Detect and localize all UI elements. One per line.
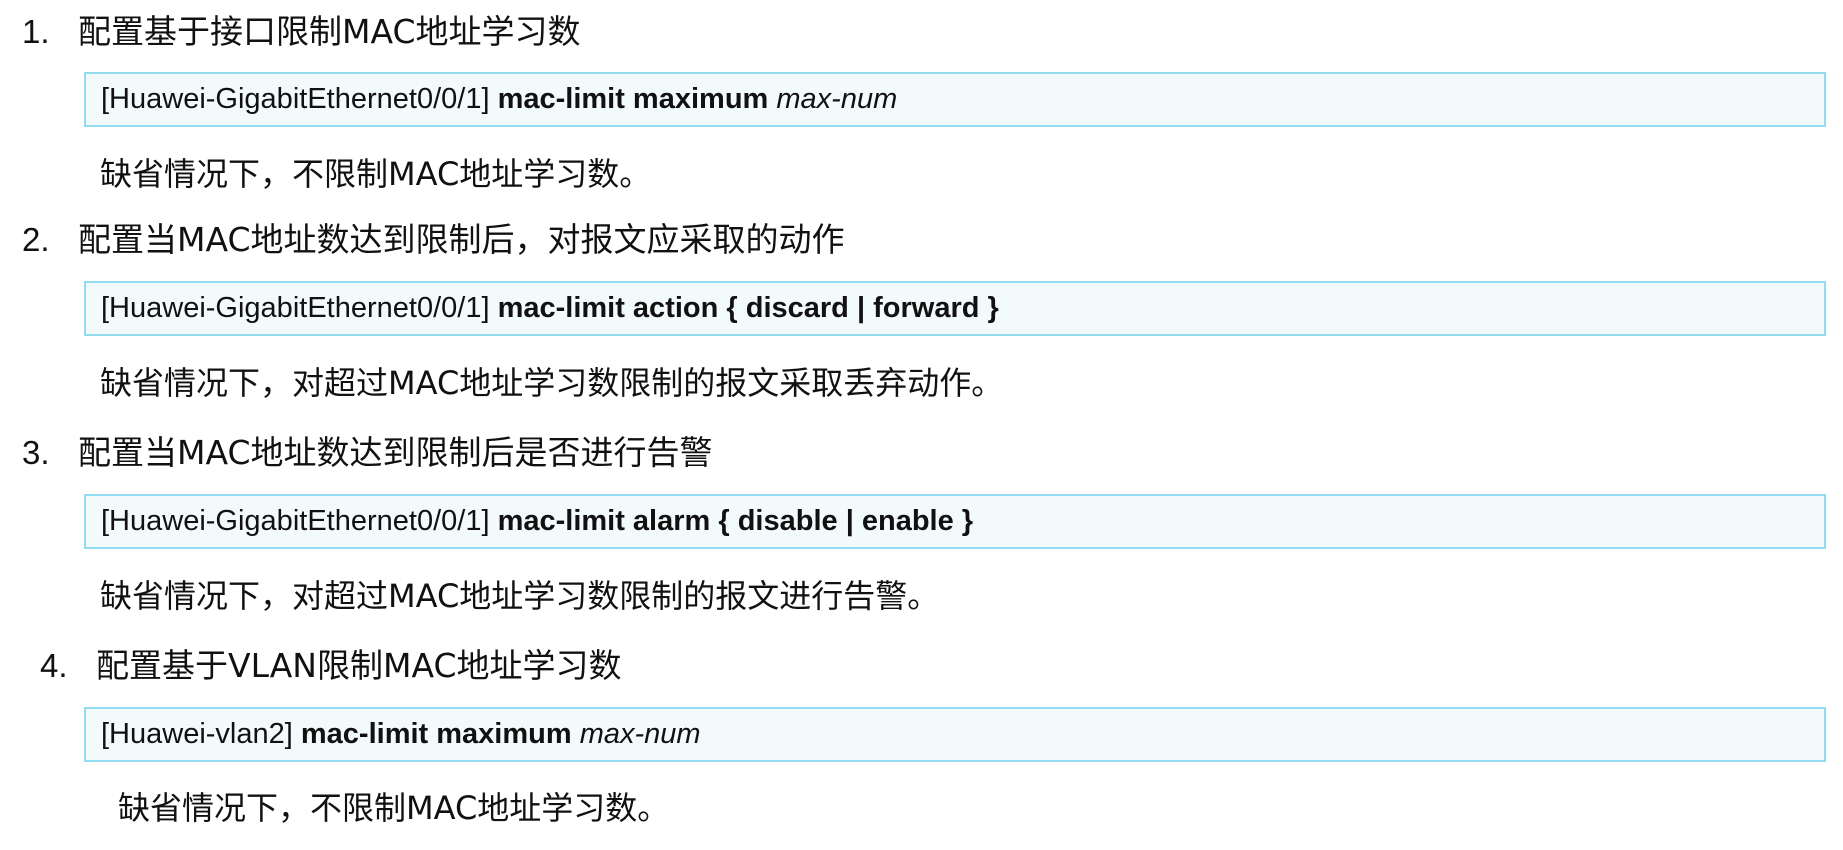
section-1-note: 缺省情况下，不限制MAC地址学习数。: [100, 155, 652, 193]
section-3-command-prompt: [Huawei-GigabitEthernet0/0/1]: [101, 505, 490, 537]
section-3-note: 缺省情况下，对超过MAC地址学习数限制的报文进行告警。: [100, 577, 940, 615]
section-2-title: 配置当MAC地址数达到限制后，对报文应采取的动作: [78, 220, 845, 259]
section-2-heading: 2. 配置当MAC地址数达到限制后，对报文应采取的动作: [22, 218, 845, 262]
section-3-heading: 3. 配置当MAC地址数达到限制后是否进行告警: [22, 431, 713, 475]
section-1-heading: 1. 配置基于接口限制MAC地址学习数: [22, 10, 581, 54]
section-1-command-keywords: mac-limit maximum: [497, 83, 769, 115]
section-1-command-prompt: [Huawei-GigabitEthernet0/0/1]: [101, 83, 490, 115]
section-2-command-keywords: mac-limit action { discard | forward }: [497, 292, 999, 324]
section-4-title: 配置基于VLAN限制MAC地址学习数: [96, 646, 622, 685]
section-4-heading: 4. 配置基于VLAN限制MAC地址学习数: [40, 644, 622, 688]
section-1-command-argument: max-num: [776, 83, 898, 115]
section-1-number: 1.: [22, 13, 50, 50]
section-4-command-keywords: mac-limit maximum: [300, 718, 572, 750]
section-4-note: 缺省情况下，不限制MAC地址学习数。: [118, 789, 670, 827]
section-3-title: 配置当MAC地址数达到限制后是否进行告警: [78, 433, 713, 472]
section-4-command-argument: max-num: [579, 718, 701, 750]
section-1-command-box: [Huawei-GigabitEthernet0/0/1] mac-limit …: [84, 72, 1826, 127]
section-3-number: 3.: [22, 434, 50, 471]
section-4-command-box: [Huawei-vlan2] mac-limit maximum max-num: [84, 707, 1826, 762]
section-4-command-prompt: [Huawei-vlan2]: [101, 718, 293, 750]
section-2-note: 缺省情况下，对超过MAC地址学习数限制的报文采取丢弃动作。: [100, 364, 1004, 402]
section-2-command-box: [Huawei-GigabitEthernet0/0/1] mac-limit …: [84, 281, 1826, 336]
section-2-command-prompt: [Huawei-GigabitEthernet0/0/1]: [101, 292, 490, 324]
section-3-command-keywords: mac-limit alarm { disable | enable }: [497, 505, 974, 537]
section-4-number: 4.: [40, 647, 68, 684]
section-2-number: 2.: [22, 221, 50, 258]
section-3-command-box: [Huawei-GigabitEthernet0/0/1] mac-limit …: [84, 494, 1826, 549]
section-1-title: 配置基于接口限制MAC地址学习数: [78, 12, 581, 51]
